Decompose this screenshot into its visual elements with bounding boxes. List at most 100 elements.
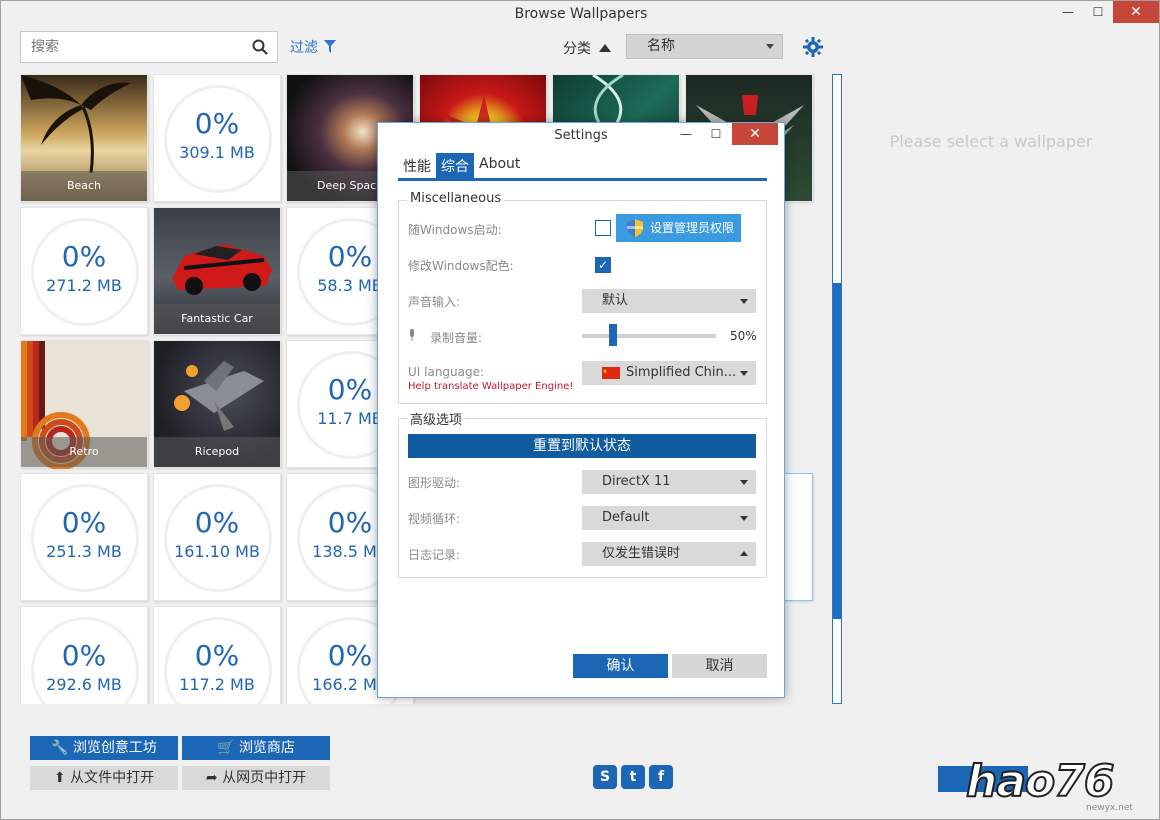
settings-ok-button[interactable]: 确认 (573, 654, 668, 678)
wrench-icon: 🔧 (51, 740, 69, 756)
gear-icon[interactable] (803, 37, 823, 57)
minimize-button[interactable]: — (1053, 1, 1083, 23)
record-volume-value: 50% (730, 329, 757, 343)
set-admin-button[interactable]: 设置管理员权限 (616, 214, 741, 242)
tile-caption: Ricepod (154, 437, 280, 467)
misc-group-title: Miscellaneous (407, 191, 505, 206)
ui-language-select[interactable]: Simplified Chin... (582, 361, 756, 385)
record-volume-slider[interactable] (582, 334, 716, 338)
graphics-driver-value: DirectX 11 (602, 474, 671, 489)
wallpaper-tile-beach[interactable]: Beach (20, 74, 148, 202)
open-from-web-button[interactable]: ➦ 从网页中打开 (182, 766, 330, 790)
record-volume-thumb[interactable] (608, 324, 617, 346)
settings-tabs: 性能 综合 About (398, 153, 767, 181)
tab-general[interactable]: 综合 (436, 153, 474, 178)
download-size: 271.2 MB (46, 276, 122, 295)
open-from-web-label: 从网页中打开 (222, 770, 307, 786)
browse-store-button[interactable]: 🛒 浏览商店 (182, 736, 330, 760)
shield-icon (627, 219, 643, 237)
video-loop-select[interactable]: Default (582, 506, 756, 530)
chevron-down-icon (740, 371, 748, 376)
logging-value: 仅发生错误时 (602, 546, 681, 561)
twitter-icon[interactable]: t (621, 765, 645, 789)
download-size: 309.1 MB (179, 143, 255, 162)
wallpaper-tile-retro[interactable]: Retro (20, 340, 148, 469)
download-percent: 0% (194, 107, 240, 140)
search-input[interactable] (21, 32, 241, 62)
open-from-file-button[interactable]: ⬆ 从文件中打开 (30, 766, 178, 790)
download-size: 161.10 MB (174, 542, 260, 561)
logging-select[interactable]: 仅发生错误时 (582, 542, 756, 566)
wallpaper-tile-downloading[interactable]: 0% 271.2 MB (20, 207, 148, 335)
sort-ascending-icon (599, 44, 611, 52)
download-percent: 0% (194, 639, 240, 672)
ui-language-label: UI language: (408, 365, 485, 379)
china-flag-icon (602, 367, 620, 379)
open-from-file-label: 从文件中打开 (70, 770, 155, 786)
autostart-checkbox[interactable] (595, 220, 611, 236)
reset-defaults-button[interactable]: 重置到默认状态 (408, 434, 756, 458)
browse-workshop-label: 浏览创意工坊 (72, 740, 157, 756)
graphics-driver-label: 图形驱动: (408, 476, 461, 490)
audio-input-select[interactable]: 默认 (582, 289, 756, 313)
filter-icon (324, 40, 336, 53)
chevron-down-icon (740, 480, 748, 485)
dialog-maximize-button[interactable]: ☐ (706, 123, 726, 145)
tile-caption: Retro (21, 437, 147, 467)
logging-label: 日志记录: (408, 548, 461, 562)
window-color-label: 修改Windows配色: (408, 259, 514, 273)
advanced-group-title: 高级选项 (407, 409, 466, 428)
wallpaper-tile-ricepod[interactable]: Ricepod (153, 340, 281, 468)
chevron-down-icon (740, 299, 748, 304)
download-percent: 0% (194, 506, 240, 539)
window-controls: — ☐ ✕ (1053, 1, 1159, 23)
chevron-down-icon (766, 44, 774, 49)
audio-input-value: 默认 (602, 293, 629, 308)
window-title: Browse Wallpapers (514, 6, 648, 22)
sort-order-toggle[interactable]: 分类 (563, 38, 611, 58)
watermark-subtext: newyx.net (1086, 803, 1133, 813)
close-button[interactable]: ✕ (1113, 1, 1159, 23)
set-admin-label: 设置管理员权限 (650, 221, 735, 235)
wallpaper-tile-downloading[interactable]: 0% 309.1 MB (153, 74, 281, 202)
video-loop-label: 视频循环: (408, 512, 461, 526)
dialog-close-button[interactable]: ✕ (732, 123, 778, 145)
wallpaper-tile-downloading[interactable]: 0% 292.6 MB (20, 606, 148, 704)
sort-select[interactable]: 名称 (626, 34, 783, 59)
graphics-driver-select[interactable]: DirectX 11 (582, 470, 756, 494)
window-color-checkbox[interactable]: ✓ (595, 257, 611, 273)
dialog-minimize-button[interactable]: — (676, 123, 696, 145)
share-arrow-icon: ➦ (205, 770, 218, 786)
settings-cancel-button[interactable]: 取消 (672, 654, 767, 678)
steam-icon[interactable]: S (593, 765, 617, 789)
wallpaper-tile-downloading[interactable]: 0% 161.10 MB (153, 473, 281, 601)
app-window: Browse Wallpapers — ☐ ✕ 过滤 分类 名称 Beach 0… (0, 0, 1160, 820)
autostart-label: 随Windows启动: (408, 223, 502, 237)
grid-scrollbar-thumb[interactable] (833, 283, 841, 619)
download-size: 117.2 MB (179, 675, 255, 694)
sort-value: 名称 (647, 38, 675, 54)
facebook-icon[interactable]: f (649, 765, 673, 789)
browse-store-label: 浏览商店 (238, 740, 295, 756)
help-translate-link[interactable]: Help translate Wallpaper Engine! (408, 381, 573, 392)
download-size: 292.6 MB (46, 675, 122, 694)
sort-label: 分类 (563, 41, 591, 57)
chevron-up-icon (740, 551, 748, 556)
download-size: 251.3 MB (46, 542, 122, 561)
wallpaper-tile-downloading[interactable]: 0% 117.2 MB (153, 606, 281, 704)
filter-button[interactable]: 过滤 (290, 37, 336, 57)
wallpaper-tile-fantastic-car[interactable]: Fantastic Car (153, 207, 281, 335)
browse-workshop-button[interactable]: 🔧 浏览创意工坊 (30, 736, 178, 760)
wallpaper-tile-downloading[interactable]: 0% 251.3 MB (20, 473, 148, 601)
tab-about[interactable]: About (474, 153, 525, 178)
tab-performance[interactable]: 性能 (398, 153, 436, 178)
upload-icon: ⬆ (53, 770, 66, 786)
search-icon[interactable] (251, 38, 269, 56)
maximize-button[interactable]: ☐ (1083, 1, 1113, 23)
filter-label: 过滤 (290, 40, 318, 56)
watermark-logo: hao76 (965, 755, 1115, 808)
download-percent: 0% (61, 506, 107, 539)
ui-language-value: Simplified Chin... (626, 365, 737, 380)
search-box (20, 31, 278, 63)
record-volume-label: 录制音量: (430, 331, 483, 345)
